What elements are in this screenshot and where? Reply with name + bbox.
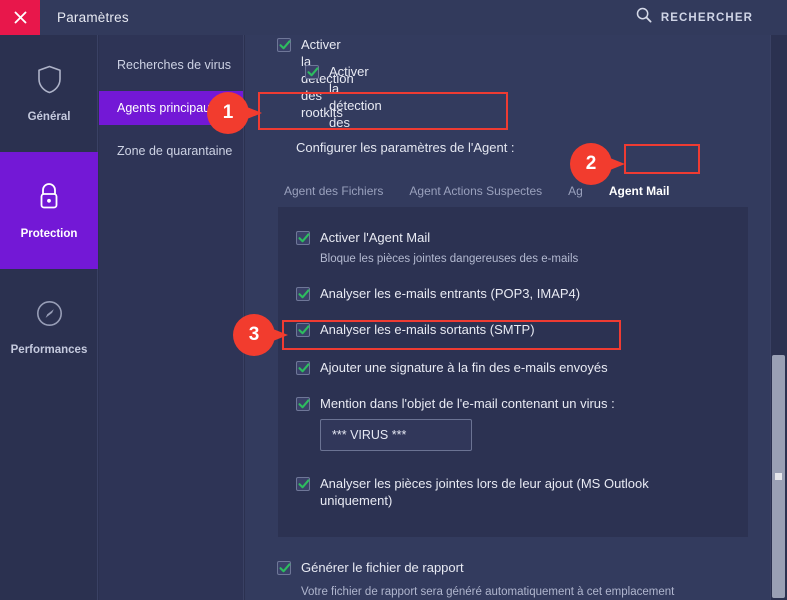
- search-button[interactable]: RECHERCHER: [636, 0, 753, 35]
- tab-agent-actions-suspectes[interactable]: Agent Actions Suspectes: [396, 175, 555, 207]
- checkbox-checked-icon[interactable]: [296, 397, 310, 411]
- checkbox-checked-icon[interactable]: [296, 231, 310, 245]
- tab-agent-fichiers[interactable]: Agent des Fichiers: [271, 175, 396, 207]
- main-content: Activer la détection des rootkits Active…: [245, 35, 787, 600]
- virus-subject-input[interactable]: *** VIRUS ***: [320, 419, 472, 451]
- lock-icon: [36, 181, 62, 216]
- configure-agent-label: Configurer les paramètres de l'Agent :: [296, 140, 515, 155]
- option-label: Générer le fichier de rapport: [301, 560, 464, 575]
- search-icon: [636, 7, 652, 28]
- rail-item-performances[interactable]: Performances: [0, 269, 98, 386]
- rail-item-general[interactable]: Général: [0, 35, 98, 152]
- close-button[interactable]: [0, 0, 40, 35]
- shield-icon: [37, 65, 62, 99]
- agent-tabs: Agent des Fichiers Agent Actions Suspect…: [271, 175, 771, 207]
- tab-agent-mail[interactable]: Agent Mail: [596, 175, 683, 207]
- vertical-scrollbar-thumb[interactable]: [772, 355, 785, 598]
- checkbox-checked-icon[interactable]: [296, 477, 310, 491]
- checkbox-checked-icon[interactable]: [277, 561, 291, 575]
- option-label: Ajouter une signature à la fin des e-mai…: [320, 360, 608, 375]
- title-bar: Paramètres RECHERCHER: [0, 0, 787, 35]
- agent-mail-panel: Activer l'Agent Mail Bloque les pièces j…: [278, 207, 748, 537]
- tab-agent-web[interactable]: Ag: [555, 175, 596, 207]
- option-label: Analyser les e-mails entrants (POP3, IMA…: [320, 286, 581, 301]
- close-x-icon: [14, 11, 27, 24]
- report-section: Générer le fichier de rapport Votre fich…: [277, 559, 674, 600]
- option-generate-report[interactable]: Générer le fichier de rapport: [277, 559, 674, 576]
- rail-item-label: Performances: [10, 343, 88, 356]
- subnav-item-virus-scans[interactable]: Recherches de virus: [99, 48, 243, 82]
- rail-item-label: Protection: [20, 228, 78, 240]
- option-scan-attachments-outlook[interactable]: Analyser les pièces jointes lors de leur…: [296, 475, 716, 509]
- primary-nav-rail: Général Protection Performances: [0, 35, 98, 600]
- report-description: Votre fichier de rapport sera généré aut…: [301, 584, 674, 600]
- window-title: Paramètres: [57, 10, 129, 25]
- rail-item-label: Général: [27, 110, 71, 123]
- subnav-item-quarantine[interactable]: Zone de quarantaine: [99, 134, 243, 168]
- option-label: Activer l'Agent Mail: [320, 230, 431, 245]
- subnav-item-main-agents[interactable]: Agents principaux: [99, 91, 243, 125]
- report-description-text: Votre fichier de rapport sera généré aut…: [301, 586, 675, 598]
- configure-agent-bar: Configurer les paramètres de l'Agent :: [268, 129, 765, 166]
- settings-window: Paramètres RECHERCHER Général Protection…: [0, 0, 787, 600]
- checkbox-checked-icon[interactable]: [296, 323, 310, 337]
- vertical-scrollbar-track[interactable]: [770, 35, 787, 600]
- gauge-icon: [36, 300, 63, 332]
- checkbox-checked-icon[interactable]: [296, 287, 310, 301]
- scrollbar-grip-icon: [775, 473, 782, 480]
- option-enable-mail-agent[interactable]: Activer l'Agent Mail: [296, 229, 430, 246]
- option-label: Analyser les pièces jointes lors de leur…: [320, 476, 649, 508]
- checkbox-checked-icon[interactable]: [296, 361, 310, 375]
- checkbox-checked-icon[interactable]: [305, 65, 319, 79]
- option-enable-mail-agent-description: Bloque les pièces jointes dangereuses de…: [320, 253, 579, 265]
- option-label: Mention dans l'objet de l'e-mail contena…: [320, 396, 615, 411]
- option-label: Analyser les e-mails sortants (SMTP): [320, 322, 535, 337]
- option-add-signature[interactable]: Ajouter une signature à la fin des e-mai…: [296, 359, 608, 376]
- option-virus-subject-mention[interactable]: Mention dans l'objet de l'e-mail contena…: [296, 395, 615, 412]
- option-scan-incoming-mail[interactable]: Analyser les e-mails entrants (POP3, IMA…: [296, 285, 580, 302]
- secondary-nav: Recherches de virus Agents principaux Zo…: [99, 35, 244, 600]
- rail-item-protection[interactable]: Protection: [0, 152, 98, 269]
- search-label: RECHERCHER: [660, 11, 753, 24]
- checkbox-checked-icon[interactable]: [277, 38, 291, 52]
- option-scan-outgoing-mail[interactable]: Analyser les e-mails sortants (SMTP): [296, 321, 535, 338]
